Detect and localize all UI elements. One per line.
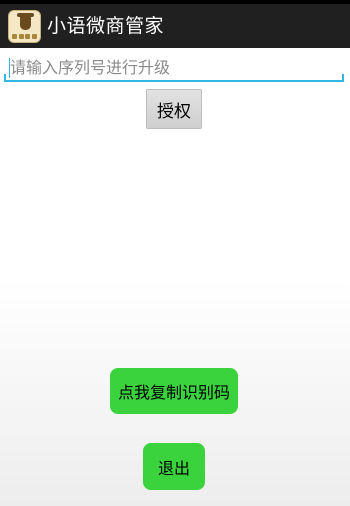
text-cursor — [9, 58, 10, 78]
exit-button[interactable]: 退出 — [143, 443, 205, 490]
tea-cup-icon — [17, 13, 34, 30]
logo-seal-text — [12, 34, 37, 39]
authorize-button[interactable]: 授权 — [146, 89, 202, 129]
copy-id-code-button[interactable]: 点我复制识别码 — [110, 368, 238, 414]
app-logo-icon — [8, 10, 41, 43]
input-underline-left-tick — [4, 74, 6, 82]
action-bar: 小语微商管家 — [0, 0, 350, 48]
serial-number-input[interactable] — [4, 54, 344, 82]
app-title: 小语微商管家 — [47, 15, 165, 37]
input-underline-right-tick — [342, 74, 344, 82]
